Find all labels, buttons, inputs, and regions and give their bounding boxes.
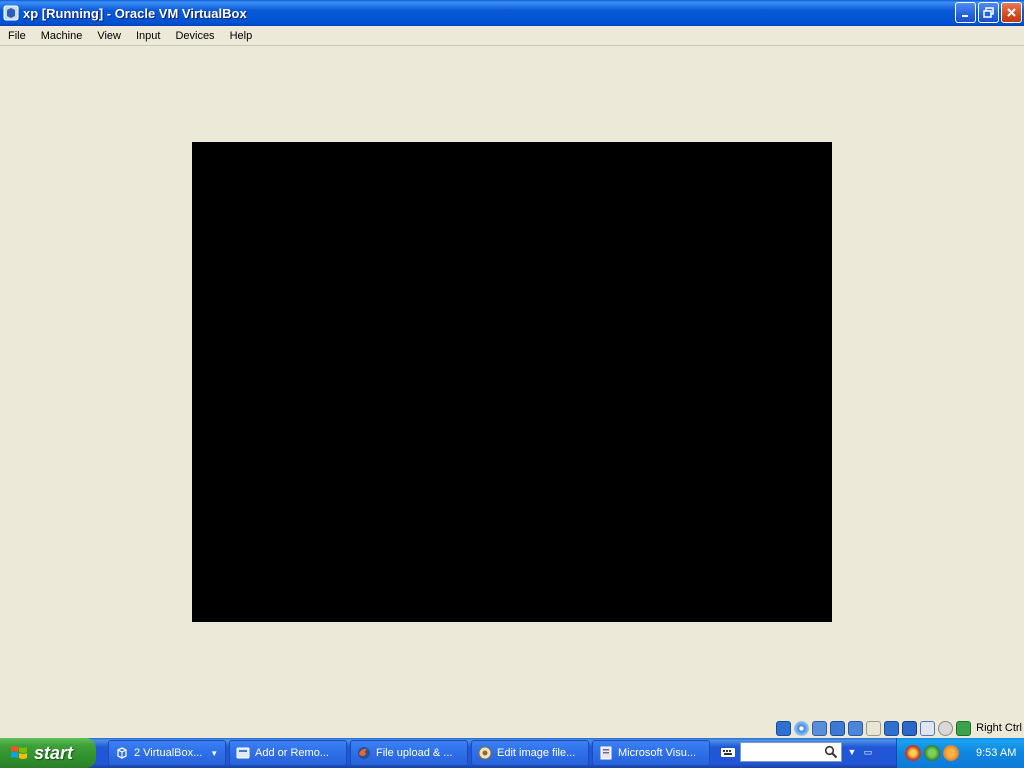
firefox-icon (358, 747, 370, 759)
add-remove-programs-icon (236, 747, 250, 759)
tray-search-icon[interactable] (943, 745, 959, 761)
tray-app-icon[interactable] (905, 745, 921, 761)
restore-icon (983, 7, 994, 18)
search-input[interactable] (740, 742, 842, 762)
task-label: File upload & ... (376, 747, 453, 759)
gimp-icon (478, 746, 492, 760)
usb-icon[interactable] (848, 720, 864, 736)
display-icon[interactable] (884, 720, 900, 736)
task-virtualbox-group[interactable]: 2 VirtualBox... ▼ (108, 740, 226, 766)
restore-button[interactable] (978, 2, 999, 23)
minimize-icon (961, 14, 968, 17)
search-icon[interactable] (824, 745, 838, 759)
menu-input[interactable]: Input (128, 30, 167, 42)
menu-help[interactable]: Help (222, 30, 260, 42)
clock[interactable]: 9:53 AM (976, 747, 1016, 759)
visual-studio-icon (600, 746, 612, 760)
task-label: Microsoft Visu... (618, 747, 697, 759)
taskbar: start 2 VirtualBox... ▼ Add or Remo... F… (0, 738, 1024, 768)
optical-drive-icon[interactable] (794, 720, 810, 736)
toolbar-restore-icon[interactable]: ▭ (862, 746, 874, 758)
chevron-down-icon[interactable]: ▼ (846, 746, 858, 758)
task-gimp[interactable]: Edit image file... (471, 740, 589, 766)
shared-folders-icon[interactable] (866, 720, 882, 736)
windows-flag-icon (11, 746, 27, 759)
virtualization-icon[interactable] (920, 720, 936, 736)
title-bar[interactable]: xp [Running] - Oracle VM VirtualBox (0, 0, 1024, 26)
keyboard-icon[interactable] (720, 744, 736, 760)
task-label: 2 VirtualBox... (134, 747, 203, 759)
task-add-remove-programs[interactable]: Add or Remo... (229, 740, 347, 766)
keyboard-capture-icon[interactable] (956, 720, 972, 736)
menu-file[interactable]: File (0, 30, 33, 42)
network-icon[interactable] (830, 720, 846, 736)
close-icon (1007, 8, 1016, 17)
window-title: xp [Running] - Oracle VM VirtualBox (23, 5, 247, 21)
close-button[interactable] (1001, 2, 1022, 23)
start-button[interactable]: start (0, 738, 96, 768)
taskbar-buttons: 2 VirtualBox... ▼ Add or Remo... File up… (108, 740, 710, 766)
taskbar-toolbar: ▼ ▭ (720, 742, 874, 762)
minimize-button[interactable] (955, 2, 976, 23)
menu-machine[interactable]: Machine (33, 30, 90, 42)
vm-status-bar: Right Ctrl (776, 718, 1024, 738)
start-label: start (34, 742, 74, 763)
vm-display[interactable] (192, 142, 832, 622)
tray-network-icon[interactable] (924, 745, 940, 761)
mouse-integration-icon[interactable] (938, 720, 954, 736)
task-firefox[interactable]: File upload & ... (350, 740, 468, 766)
chevron-down-icon: ▼ (210, 748, 219, 758)
task-visual-studio[interactable]: Microsoft Visu... (592, 740, 710, 766)
task-label: Edit image file... (497, 747, 576, 759)
host-key-label: Right Ctrl (976, 722, 1022, 734)
video-capture-icon[interactable] (902, 720, 918, 736)
task-label: Add or Remo... (255, 747, 329, 759)
menu-bar: File Machine View Input Devices Help (0, 26, 1024, 46)
system-tray: 9:53 AM (896, 738, 1024, 768)
virtualbox-icon (117, 747, 127, 759)
hard-disk-icon[interactable] (776, 720, 792, 736)
audio-icon[interactable] (812, 720, 828, 736)
virtualbox-icon[interactable] (3, 5, 19, 21)
menu-view[interactable]: View (89, 30, 128, 42)
menu-devices[interactable]: Devices (167, 30, 221, 42)
